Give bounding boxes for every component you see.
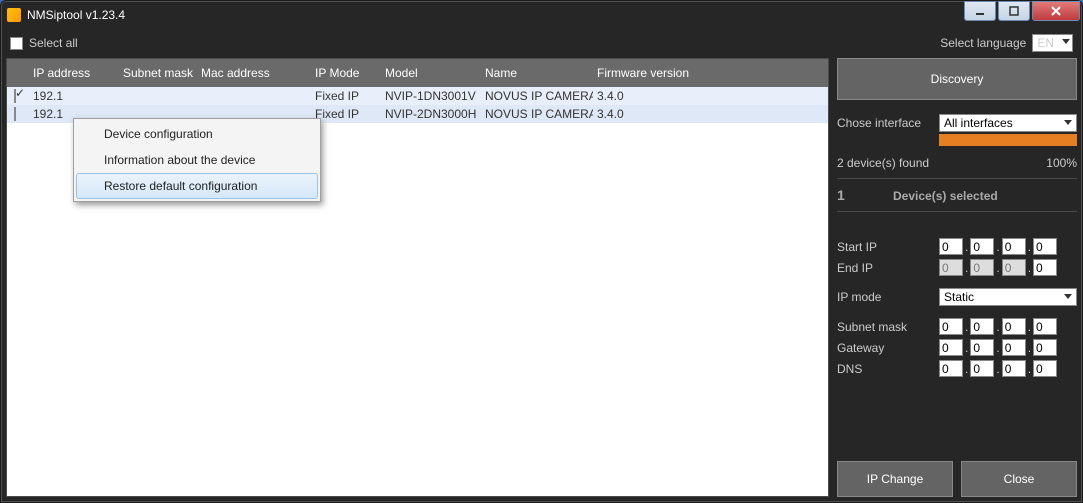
start-ip-4[interactable] xyxy=(1033,238,1057,255)
discovery-progress xyxy=(939,134,1077,146)
dns-3[interactable] xyxy=(1002,360,1026,377)
table-row[interactable]: 192.1 Fixed IP NVIP-1DN3001V NOVUS IP CA… xyxy=(7,87,828,105)
col-fw[interactable]: Firmware version xyxy=(593,66,713,80)
start-ip-3[interactable] xyxy=(1002,238,1026,255)
col-model[interactable]: Model xyxy=(381,66,481,80)
selected-label: Device(s) selected xyxy=(893,189,998,203)
gateway-4[interactable] xyxy=(1033,339,1057,356)
app-window: NMSiptool v1.23.4 Select all Select lang… xyxy=(0,0,1083,503)
discovery-button[interactable]: Discovery xyxy=(837,58,1077,100)
col-mac[interactable]: Mac address xyxy=(197,66,311,80)
maximize-button[interactable] xyxy=(998,1,1030,21)
start-ip-1[interactable] xyxy=(939,238,963,255)
devices-found: 2 device(s) found xyxy=(837,156,929,170)
close-window-button[interactable] xyxy=(1032,1,1080,21)
chevron-down-icon xyxy=(1062,39,1070,44)
col-name[interactable]: Name xyxy=(481,66,593,80)
dns-2[interactable] xyxy=(970,360,994,377)
subnet-1[interactable] xyxy=(939,318,963,335)
gateway-1[interactable] xyxy=(939,339,963,356)
titlebar[interactable]: NMSiptool v1.23.4 xyxy=(1,1,1082,29)
context-menu: Device configuration Information about t… xyxy=(73,118,321,202)
interface-select[interactable]: All interfaces xyxy=(939,114,1077,132)
row-checkbox[interactable] xyxy=(14,107,16,121)
ctx-information[interactable]: Information about the device xyxy=(76,147,318,173)
select-language-label: Select language xyxy=(940,36,1026,50)
dns-4[interactable] xyxy=(1033,360,1057,377)
start-ip-2[interactable] xyxy=(970,238,994,255)
end-ip-2[interactable] xyxy=(970,259,994,276)
window-title: NMSiptool v1.23.4 xyxy=(27,8,125,22)
dns-label: DNS xyxy=(837,362,939,376)
col-ip[interactable]: IP address xyxy=(29,66,119,80)
sidebar: Discovery Chose interface All interfaces… xyxy=(837,58,1077,497)
subnet-4[interactable] xyxy=(1033,318,1057,335)
ctx-restore-default[interactable]: Restore default configuration xyxy=(76,173,318,199)
select-all-checkbox[interactable] xyxy=(10,37,23,50)
end-ip-label: End IP xyxy=(837,261,939,275)
subnet-3[interactable] xyxy=(1002,318,1026,335)
col-subnet[interactable]: Subnet mask xyxy=(119,66,197,80)
ip-change-button[interactable]: IP Change xyxy=(837,461,953,497)
minimize-button[interactable] xyxy=(964,1,996,21)
ip-mode-select[interactable]: Static xyxy=(939,288,1077,306)
ip-mode-label: IP mode xyxy=(837,290,939,304)
dns-1[interactable] xyxy=(939,360,963,377)
start-ip-label: Start IP xyxy=(837,240,939,254)
gateway-2[interactable] xyxy=(970,339,994,356)
selected-count: 1 xyxy=(837,187,893,203)
end-ip-3[interactable] xyxy=(1002,259,1026,276)
language-select[interactable]: EN xyxy=(1032,36,1073,50)
ctx-device-configuration[interactable]: Device configuration xyxy=(76,121,318,147)
table-header: IP address Subnet mask Mac address IP Mo… xyxy=(7,59,828,87)
gateway-3[interactable] xyxy=(1002,339,1026,356)
end-ip-4[interactable] xyxy=(1033,259,1057,276)
discovery-percent: 100% xyxy=(1046,156,1077,170)
chevron-down-icon xyxy=(1064,120,1072,125)
chevron-down-icon xyxy=(1064,294,1072,299)
subnet-2[interactable] xyxy=(970,318,994,335)
col-mode[interactable]: IP Mode xyxy=(311,66,381,80)
gateway-label: Gateway xyxy=(837,341,939,355)
close-button[interactable]: Close xyxy=(961,461,1077,497)
app-icon xyxy=(7,8,21,22)
row-checkbox[interactable] xyxy=(14,89,16,103)
subnet-label: Subnet mask xyxy=(837,320,939,334)
select-all-label: Select all xyxy=(29,36,78,50)
end-ip-1[interactable] xyxy=(939,259,963,276)
interface-label: Chose interface xyxy=(837,116,939,130)
